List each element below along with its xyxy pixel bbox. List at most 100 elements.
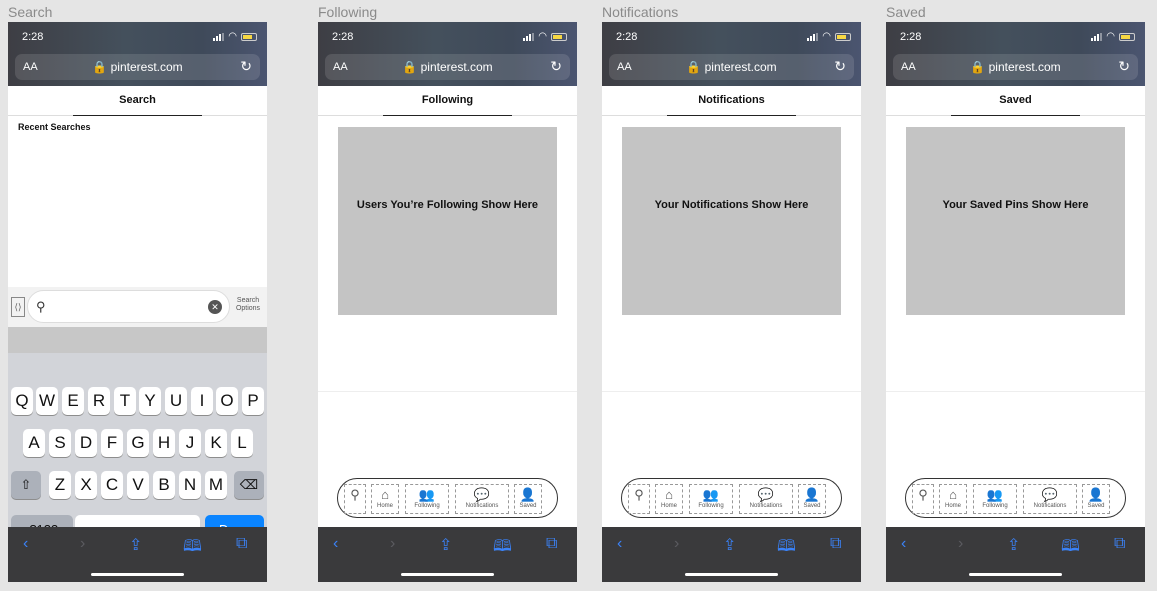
share-icon[interactable]: ⇪ — [723, 535, 736, 555]
nav-following-label: Following — [698, 503, 724, 509]
nav-home[interactable]: ⌂ Home — [939, 484, 967, 514]
nav-notifications[interactable]: 💬 Notifications — [455, 484, 509, 514]
nav-notifications[interactable]: 💬 Notifications — [739, 484, 793, 514]
key-i[interactable]: I — [191, 387, 213, 415]
predictive-bar — [8, 327, 267, 353]
forward-arrow-icon[interactable]: › — [390, 535, 395, 553]
reload-icon[interactable]: ↻ — [550, 58, 562, 75]
key-o[interactable]: O — [216, 387, 238, 415]
forward-arrow-icon[interactable]: › — [674, 535, 679, 553]
key-m[interactable]: M — [205, 471, 227, 499]
key-b[interactable]: B — [153, 471, 175, 499]
back-arrow-icon[interactable]: ‹ — [901, 535, 906, 553]
reload-icon[interactable]: ↻ — [1118, 58, 1130, 75]
key-g[interactable]: G — [127, 429, 149, 457]
key-l[interactable]: L — [231, 429, 253, 457]
nav-search[interactable]: ⚲ — [912, 484, 934, 514]
tabs-icon[interactable]: ⧉ — [1114, 535, 1125, 553]
collapse-arrows-icon[interactable]: ⟨⟩ — [11, 297, 25, 317]
nav-saved[interactable]: 👤 Saved — [514, 484, 542, 514]
back-arrow-icon[interactable]: ‹ — [617, 535, 622, 553]
address-bar[interactable]: AA 🔒 pinterest.com ↻ — [15, 54, 260, 80]
nav-following[interactable]: 👥 Following — [689, 484, 733, 514]
forward-arrow-icon[interactable]: › — [958, 535, 963, 553]
reload-icon[interactable]: ↻ — [240, 58, 252, 75]
clear-icon[interactable]: ✕ — [208, 300, 222, 314]
page-header: Notifications — [602, 86, 861, 116]
nav-following[interactable]: 👥 Following — [973, 484, 1017, 514]
person-icon: 👤 — [519, 487, 537, 502]
status-bar: 2:28 ◠ — [616, 31, 851, 45]
key-a[interactable]: A — [23, 429, 45, 457]
address-bar[interactable]: AA 🔒 pinterest.com ↻ — [893, 54, 1138, 80]
signal-icon — [1091, 32, 1103, 41]
key-q[interactable]: Q — [11, 387, 33, 415]
key-t[interactable]: T — [114, 387, 136, 415]
key-p[interactable]: P — [242, 387, 264, 415]
key-z[interactable]: Z — [49, 471, 71, 499]
key-r[interactable]: R — [88, 387, 110, 415]
key-y[interactable]: Y — [139, 387, 161, 415]
nav-home-label: Home — [376, 503, 393, 509]
home-icon: ⌂ — [665, 487, 673, 502]
search-input[interactable]: ⚲ ✕ — [27, 290, 230, 323]
nav-saved-label: Saved — [1087, 503, 1105, 509]
nav-search[interactable]: ⚲ — [344, 484, 366, 514]
shift-icon[interactable]: ⇧ — [11, 471, 41, 499]
tabs-icon[interactable]: ⧉ — [546, 535, 557, 553]
book-icon[interactable]: 🕮 — [777, 535, 796, 562]
battery-icon — [241, 32, 257, 41]
nav-search[interactable]: ⚲ — [628, 484, 650, 514]
nav-following[interactable]: 👥 Following — [405, 484, 449, 514]
home-indicator — [401, 573, 494, 576]
phone-notifications: 2:28 ◠ AA 🔒 pinterest.com ↻ Notification… — [602, 22, 861, 582]
back-arrow-icon[interactable]: ‹ — [333, 535, 338, 553]
book-icon[interactable]: 🕮 — [1061, 535, 1080, 562]
book-icon[interactable]: 🕮 — [183, 535, 202, 562]
nav-home-label: Home — [660, 503, 677, 509]
nav-saved[interactable]: 👤 Saved — [798, 484, 826, 514]
key-f[interactable]: F — [101, 429, 123, 457]
share-icon[interactable]: ⇪ — [1007, 535, 1020, 555]
title-underline — [73, 115, 202, 116]
nav-home[interactable]: ⌂ Home — [371, 484, 399, 514]
reload-icon[interactable]: ↻ — [834, 58, 846, 75]
forward-arrow-icon[interactable]: › — [80, 535, 85, 553]
key-c[interactable]: C — [101, 471, 123, 499]
tabs-icon[interactable]: ⧉ — [830, 535, 841, 553]
address-bar[interactable]: AA 🔒 pinterest.com ↻ — [609, 54, 854, 80]
key-x[interactable]: X — [75, 471, 97, 499]
person-icon: 👤 — [1087, 487, 1105, 502]
key-w[interactable]: W — [36, 387, 58, 415]
lock-icon: 🔒 — [686, 60, 702, 74]
share-icon[interactable]: ⇪ — [439, 535, 452, 555]
address-bar[interactable]: AA 🔒 pinterest.com ↻ — [325, 54, 570, 80]
search-options-button[interactable]: Search Options — [233, 297, 263, 313]
tabs-icon[interactable]: ⧉ — [236, 535, 247, 553]
key-j[interactable]: J — [179, 429, 201, 457]
nav-home[interactable]: ⌂ Home — [655, 484, 683, 514]
home-indicator — [91, 573, 184, 576]
key-n[interactable]: N — [179, 471, 201, 499]
nav-saved[interactable]: 👤 Saved — [1082, 484, 1110, 514]
person-icon: 👤 — [803, 487, 821, 502]
key-e[interactable]: E — [62, 387, 84, 415]
status-time: 2:28 — [616, 31, 638, 43]
search-icon: ⚲ — [918, 487, 928, 502]
wifi-icon: ◠ — [822, 31, 831, 42]
back-arrow-icon[interactable]: ‹ — [23, 535, 28, 553]
page-title: Search — [119, 94, 156, 106]
key-v[interactable]: V — [127, 471, 149, 499]
wifi-icon: ◠ — [1106, 31, 1115, 42]
key-h[interactable]: H — [153, 429, 175, 457]
key-k[interactable]: K — [205, 429, 227, 457]
nav-saved-label: Saved — [519, 503, 537, 509]
nav-notifications[interactable]: 💬 Notifications — [1023, 484, 1077, 514]
key-u[interactable]: U — [165, 387, 187, 415]
key-s[interactable]: S — [49, 429, 71, 457]
key-d[interactable]: D — [75, 429, 97, 457]
home-icon: ⌂ — [949, 487, 957, 502]
share-icon[interactable]: ⇪ — [129, 535, 142, 555]
backspace-icon[interactable]: ⌫ — [234, 471, 264, 499]
book-icon[interactable]: 🕮 — [493, 535, 512, 562]
